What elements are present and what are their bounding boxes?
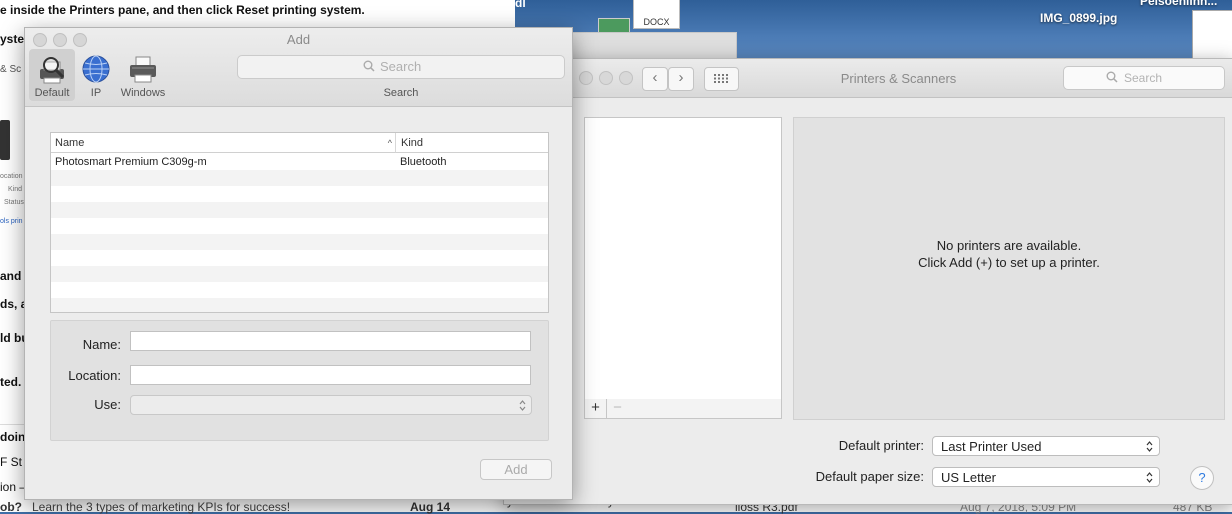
table-row[interactable]: Photosmart Premium C309g-m Bluetooth	[51, 154, 548, 170]
empty-message: No printers are available. Click Add (+)…	[794, 237, 1224, 271]
desktop-file-label[interactable]: Pelsoenlinn...	[1140, 0, 1217, 8]
use-popup[interactable]	[130, 395, 532, 415]
help-button[interactable]: ?	[1190, 466, 1214, 490]
table-row-empty	[51, 218, 548, 234]
use-label: Use:	[94, 397, 121, 412]
empty-message-line: No printers are available.	[936, 238, 1082, 253]
windows-printer-icon	[130, 56, 156, 83]
desktop-glyph: dl	[515, 0, 526, 10]
printer-thumbnail	[0, 120, 10, 160]
table-row-empty	[51, 250, 548, 266]
column-header-kind[interactable]: Kind	[396, 133, 548, 153]
printer-details-form: Name: Location: Use:	[50, 320, 549, 441]
default-printer-value: Last Printer Used	[941, 439, 1042, 454]
empty-message-line: Click Add (+) to set up a printer.	[918, 255, 1100, 270]
printer-list[interactable]	[584, 117, 782, 400]
sort-ascending-icon: ^	[387, 138, 392, 148]
printer-detail-pane: No printers are available. Click Add (+)…	[793, 117, 1225, 420]
paper-size-label: Default paper size:	[815, 469, 924, 484]
table-row-empty	[51, 170, 548, 186]
tab-ip[interactable]: IP	[73, 49, 119, 101]
article-fragment: doin	[0, 430, 26, 444]
search-label: Search	[383, 87, 419, 99]
column-header-label: Kind	[401, 137, 424, 149]
table-row-empty	[51, 202, 548, 218]
globe-icon	[82, 55, 110, 83]
add-button[interactable]: Add	[480, 459, 552, 480]
titlebar: Add Default IP Windows Search Search	[25, 28, 572, 107]
default-printer-popup[interactable]: Last Printer Used	[932, 436, 1160, 456]
article-side-label: ocation	[0, 173, 23, 180]
article-instruction: e inside the Printers pane, and then cli…	[0, 3, 365, 17]
article-fragment: F St	[0, 455, 23, 469]
table-row-empty	[51, 234, 548, 250]
column-header-label: Name	[55, 137, 85, 149]
default-printer-label: Default printer:	[838, 438, 924, 453]
search-placeholder: Search	[1124, 71, 1163, 85]
article-side-label: Kind	[8, 186, 23, 193]
article-fragment: ted.	[0, 375, 22, 389]
table-row-empty	[51, 186, 548, 202]
printer-kind-cell: Bluetooth	[400, 156, 447, 168]
paper-size-value: US Letter	[941, 470, 996, 485]
dialog-title: Add	[286, 32, 311, 47]
file-type-label: DOCX	[643, 17, 670, 27]
titlebar: ‹ › Printers & Scanners Search	[504, 59, 1232, 98]
default-printer-icon	[40, 57, 65, 84]
location-field[interactable]	[130, 365, 531, 385]
article-fragment: yste	[0, 32, 25, 46]
search-field[interactable]: Search	[237, 55, 565, 79]
article-fragment: ion –	[0, 480, 27, 494]
chevron-updown-icon	[519, 400, 526, 411]
location-label: Location:	[68, 368, 121, 383]
table-row-empty	[51, 298, 548, 312]
table-row-empty	[51, 282, 548, 298]
tab-windows-label: Windows	[120, 87, 166, 99]
search-icon	[363, 60, 375, 72]
paper-size-popup[interactable]: US Letter	[932, 467, 1160, 487]
add-printer-button[interactable]: +	[585, 399, 607, 418]
tab-windows[interactable]: Windows	[120, 49, 166, 101]
desktop-file-label[interactable]: IMG_0899.jpg	[1040, 11, 1117, 25]
article-side-label: ols prin	[0, 218, 23, 225]
search-icon	[1106, 71, 1118, 83]
desktop-document-icon[interactable]	[1192, 10, 1232, 64]
search-field[interactable]: Search	[1063, 66, 1225, 90]
remove-printer-button[interactable]: −	[607, 399, 628, 418]
table-row-empty	[51, 266, 548, 282]
name-field[interactable]	[130, 331, 531, 351]
printer-table: Name ^ Kind Photosmart Premium C309g-m B…	[50, 132, 549, 313]
name-label: Name:	[82, 337, 121, 352]
chevron-updown-icon	[1146, 441, 1153, 452]
search-placeholder: Search	[380, 59, 422, 74]
add-printer-dialog: Add Default IP Windows Search Search Nam…	[24, 27, 573, 500]
printer-name-cell: Photosmart Premium C309g-m	[55, 156, 207, 168]
table-body: Photosmart Premium C309g-m Bluetooth	[51, 154, 548, 312]
column-header-name[interactable]: Name ^	[51, 133, 396, 153]
desktop-file-icon[interactable]: DOCX	[633, 0, 680, 29]
printers-scanners-window: ‹ › Printers & Scanners Search + − No pr…	[503, 58, 1232, 505]
add-remove-bar: + −	[584, 399, 782, 419]
chevron-updown-icon	[1146, 472, 1153, 483]
article-side-label: Status	[4, 199, 24, 206]
article-fragment: & Sc	[0, 64, 22, 75]
